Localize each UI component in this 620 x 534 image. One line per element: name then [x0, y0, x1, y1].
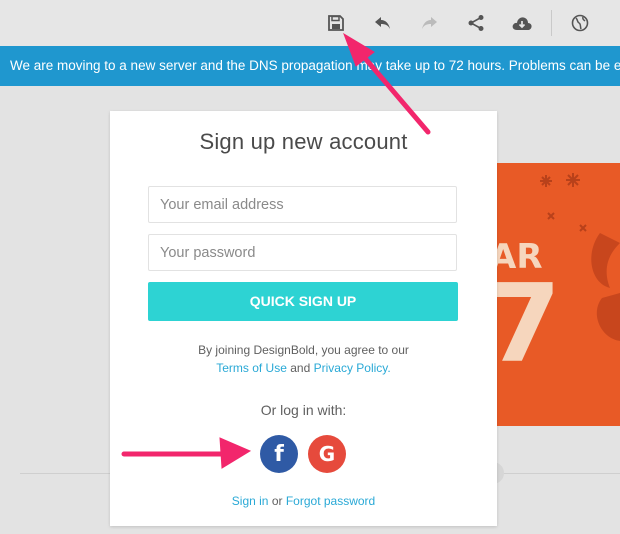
- editor-toolbar: [0, 0, 620, 46]
- forgot-password-link[interactable]: Forgot password: [286, 494, 375, 508]
- terms-of-use-link[interactable]: Terms of Use: [216, 361, 287, 375]
- signin-links: Sign in or Forgot password: [110, 494, 497, 508]
- signup-modal: Sign up new account QUICK SIGN UP By joi…: [110, 111, 497, 526]
- globe-icon[interactable]: [567, 10, 593, 36]
- terms-and: and: [290, 361, 311, 375]
- redo-icon[interactable]: [416, 10, 442, 36]
- toolbar-separator: [551, 10, 552, 36]
- privacy-policy-link[interactable]: Privacy Policy.: [314, 361, 391, 375]
- cloud-download-icon[interactable]: [509, 10, 535, 36]
- or-text: or: [271, 494, 283, 508]
- terms-links-line: Terms of Use and Privacy Policy.: [110, 359, 497, 377]
- email-field[interactable]: [148, 186, 457, 223]
- facebook-login-button[interactable]: f: [260, 435, 298, 473]
- terms-prefix: By joining DesignBold, you agree to our: [198, 343, 409, 357]
- modal-title: Sign up new account: [199, 129, 408, 154]
- poster-preview: AR 7: [490, 163, 620, 426]
- password-field[interactable]: [148, 234, 457, 271]
- share-icon[interactable]: [463, 10, 489, 36]
- save-icon[interactable]: [323, 10, 349, 36]
- google-icon: G: [318, 442, 336, 466]
- server-notice-banner: We are moving to a new server and the DN…: [0, 46, 620, 86]
- banner-text: We are moving to a new server and the DN…: [10, 58, 620, 73]
- facebook-icon: f: [274, 441, 284, 467]
- sign-in-link[interactable]: Sign in: [232, 494, 269, 508]
- or-log-in-label: Or log in with:: [260, 402, 347, 418]
- google-login-button[interactable]: G: [308, 435, 346, 473]
- poster-decoration: [540, 173, 620, 341]
- quick-signup-button[interactable]: QUICK SIGN UP: [148, 282, 458, 321]
- terms-text: By joining DesignBold, you agree to our …: [110, 341, 497, 377]
- undo-icon[interactable]: [370, 10, 396, 36]
